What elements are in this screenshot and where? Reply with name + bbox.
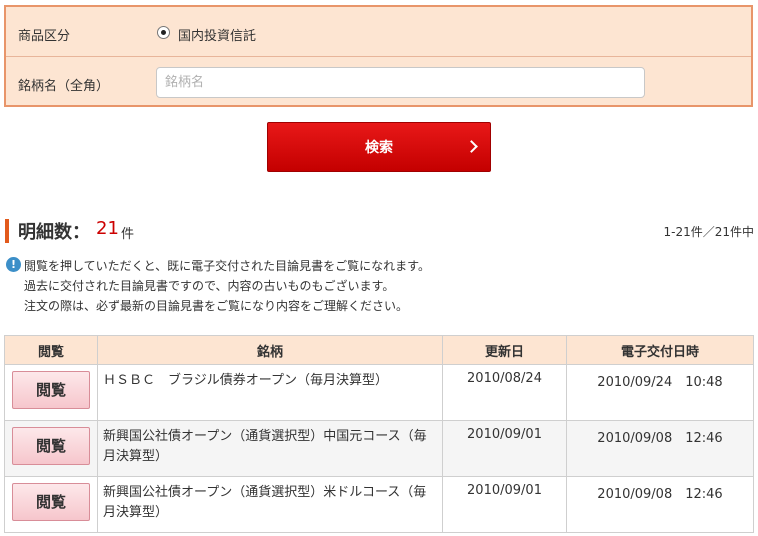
info-icon: ! bbox=[6, 257, 21, 272]
name-row: 銘柄名（全角） bbox=[6, 58, 751, 105]
updated-date-cell: 2010/09/01 bbox=[442, 476, 567, 533]
updated-date-cell: 2010/09/01 bbox=[442, 420, 567, 477]
notice-line: 過去に交付された目論見書ですので、内容の古いものもございます。 bbox=[24, 279, 395, 293]
domestic-fund-radio-label[interactable]: 国内投資信託 bbox=[178, 25, 256, 44]
updated-date-cell: 2010/08/24 bbox=[442, 364, 567, 421]
fund-name-cell: 新興国公社債オープン（通貨選択型）中国元コース（毎月決算型） bbox=[97, 420, 443, 477]
header-view: 閲覧 bbox=[4, 335, 98, 365]
results-table: 閲覧 銘柄 更新日 電子交付日時 閲覧 ＨＳＢＣ ブラジル債券オープン（毎月決算… bbox=[4, 335, 754, 533]
notice-line: 閲覧を押していただくと、既に電子交付された目論見書をご覧になれます。 bbox=[24, 259, 430, 273]
fund-name-input[interactable] bbox=[156, 67, 645, 98]
category-label: 商品区分 bbox=[18, 29, 71, 44]
delivered-datetime-cell: 2010/09/24 10:48 bbox=[566, 364, 754, 421]
name-label: 銘柄名（全角） bbox=[18, 79, 110, 94]
result-count: 21 bbox=[96, 218, 119, 239]
delivered-datetime-cell: 2010/09/08 12:46 bbox=[566, 476, 754, 533]
result-count-unit: 件 bbox=[121, 227, 135, 242]
fund-name-cell: ＨＳＢＣ ブラジル債券オープン（毎月決算型） bbox=[97, 364, 443, 421]
table-row: 閲覧 ＨＳＢＣ ブラジル債券オープン（毎月決算型） 2010/08/24 201… bbox=[4, 364, 754, 421]
view-button[interactable]: 閲覧 bbox=[12, 483, 90, 521]
notice-line: 注文の際は、必ず最新の目論見書をご覧になり内容をご理解ください。 bbox=[24, 299, 409, 313]
delivered-datetime-cell: 2010/09/08 12:46 bbox=[566, 420, 754, 477]
section-accent-bar bbox=[5, 219, 9, 243]
search-button[interactable]: 検索 bbox=[267, 122, 491, 172]
search-button-label: 検索 bbox=[365, 140, 393, 156]
header-delivered: 電子交付日時 bbox=[566, 335, 754, 365]
domestic-fund-radio[interactable] bbox=[157, 26, 170, 39]
table-header-row: 閲覧 銘柄 更新日 電子交付日時 bbox=[4, 335, 754, 365]
table-row: 閲覧 新興国公社債オープン（通貨選択型）中国元コース（毎月決算型） 2010/0… bbox=[4, 420, 754, 477]
header-updated: 更新日 bbox=[442, 335, 567, 365]
view-button[interactable]: 閲覧 bbox=[12, 371, 90, 409]
fund-name-cell: 新興国公社債オープン（通貨選択型）米ドルコース（毎月決算型） bbox=[97, 476, 443, 533]
category-row: 商品区分 国内投資信託 bbox=[6, 7, 751, 57]
pagination-info: 1-21件／21件中 bbox=[663, 225, 754, 239]
chevron-right-icon bbox=[465, 140, 478, 153]
header-fund-name: 銘柄 bbox=[97, 335, 443, 365]
search-form: 商品区分 国内投資信託 銘柄名（全角） bbox=[4, 5, 753, 107]
table-row: 閲覧 新興国公社債オープン（通貨選択型）米ドルコース（毎月決算型） 2010/0… bbox=[4, 476, 754, 533]
result-count-title: 明細数： bbox=[18, 222, 90, 243]
view-button[interactable]: 閲覧 bbox=[12, 427, 90, 465]
